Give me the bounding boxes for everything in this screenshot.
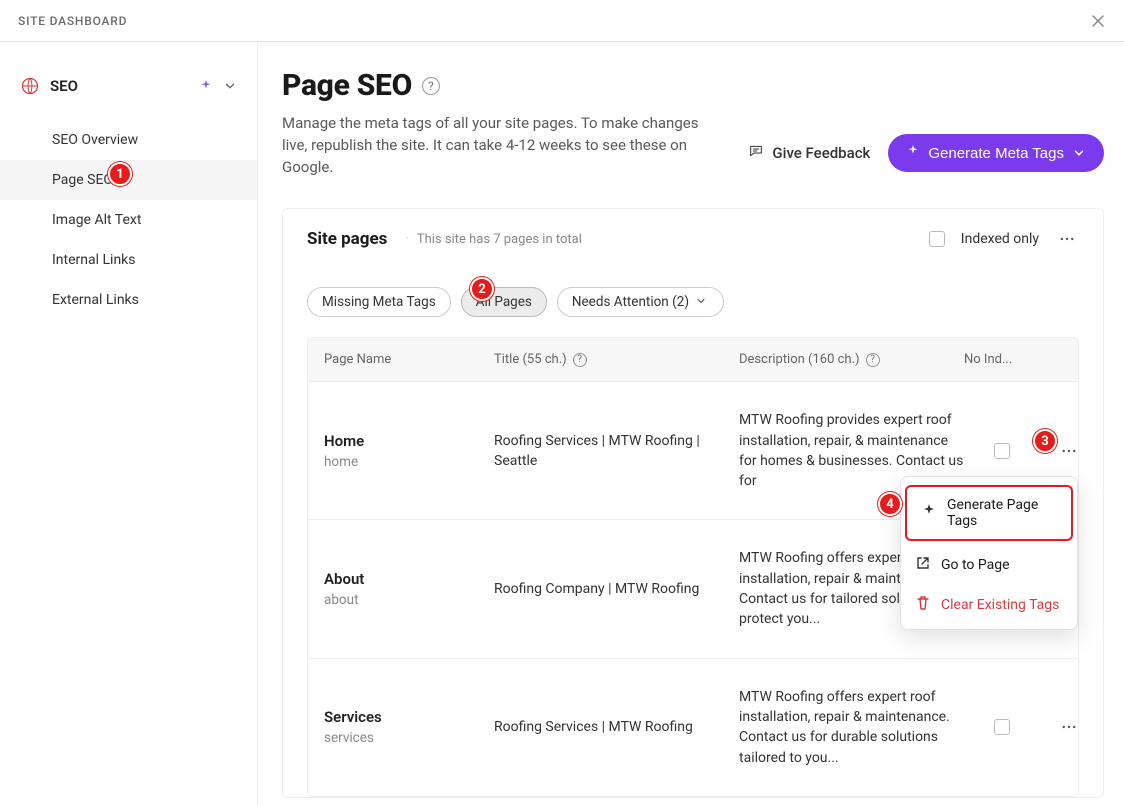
filter-missing-meta-tags[interactable]: Missing Meta Tags: [307, 287, 451, 317]
page-title-cell: Roofing Company | MTW Roofing: [494, 579, 739, 599]
th-description: Description (160 ch.) ?: [739, 352, 964, 367]
page-name: Home: [324, 432, 494, 450]
filter-needs-attention[interactable]: Needs Attention (2): [557, 287, 724, 317]
row-actions-menu: Generate Page Tags Go to Page Clear Exis…: [900, 476, 1078, 630]
sidebar-section-seo[interactable]: SEO: [0, 66, 257, 106]
sparkle-icon: [906, 144, 920, 162]
no-index-checkbox[interactable]: [994, 443, 1010, 459]
annotation-badge: 4: [878, 492, 902, 516]
page-title: Page SEO: [282, 68, 412, 103]
th-title: Title (55 ch.) ?: [494, 352, 739, 367]
menu-generate-label: Generate Page Tags: [947, 497, 1057, 529]
help-icon[interactable]: ?: [573, 353, 587, 367]
help-icon[interactable]: ?: [866, 353, 880, 367]
annotation-badge: 2: [470, 277, 494, 301]
sparkle-icon: [921, 503, 937, 523]
filter-needs-attention-label: Needs Attention (2): [572, 294, 689, 310]
page-description-cell: MTW Roofing offers expert roof installat…: [739, 687, 964, 768]
page-slug: home: [324, 454, 494, 470]
th-page-name: Page Name: [324, 352, 494, 367]
page-name: Services: [324, 708, 494, 726]
table-header-row: Page Name Title (55 ch.) ? Description (…: [308, 338, 1078, 381]
trash-icon: [915, 595, 931, 615]
sparkle-icon: [199, 79, 213, 93]
topbar: SITE DASHBOARD: [0, 0, 1124, 42]
annotation-badge: 3: [1033, 429, 1057, 453]
topbar-title: SITE DASHBOARD: [18, 14, 127, 28]
filter-pills: Missing Meta Tags All Pages Needs Attent…: [283, 269, 1103, 317]
feedback-icon: [748, 143, 764, 163]
page-name: About: [324, 570, 494, 588]
close-icon[interactable]: [1090, 13, 1106, 29]
sidebar-item-external-links[interactable]: External Links: [0, 280, 257, 320]
give-feedback-button[interactable]: Give Feedback: [748, 143, 870, 163]
sidebar-item-seo-overview[interactable]: SEO Overview: [0, 120, 257, 160]
sidebar-item-image-alt-text[interactable]: Image Alt Text: [0, 200, 257, 240]
menu-clear-existing-tags[interactable]: Clear Existing Tags: [901, 585, 1077, 625]
th-title-label: Title (55 ch.): [494, 352, 567, 367]
no-index-checkbox[interactable]: [994, 719, 1010, 735]
th-description-label: Description (160 ch.): [739, 352, 860, 367]
row-more-icon[interactable]: [1057, 715, 1081, 739]
chevron-down-icon: [1072, 146, 1086, 160]
row-more-icon[interactable]: [1057, 439, 1081, 463]
menu-generate-page-tags[interactable]: Generate Page Tags: [905, 485, 1073, 541]
main: Page SEO ? Manage the meta tags of all y…: [258, 42, 1124, 805]
page-title-cell: Roofing Services | MTW Roofing: [494, 717, 739, 737]
chevron-down-icon: [223, 79, 237, 93]
annotation-badge: 1: [108, 162, 132, 186]
card-more-icon[interactable]: [1055, 227, 1079, 251]
page-slug: services: [324, 730, 494, 746]
indexed-only-checkbox[interactable]: [929, 231, 945, 247]
table-row: Services services Roofing Services | MTW…: [308, 658, 1078, 796]
sidebar: SEO SEO Overview Page SEO Image Alt Text…: [0, 42, 258, 805]
page-header: Page SEO ? Manage the meta tags of all y…: [282, 68, 1104, 178]
menu-clear-label: Clear Existing Tags: [941, 597, 1059, 613]
menu-go-to-page[interactable]: Go to Page: [901, 545, 1077, 585]
external-link-icon: [915, 555, 931, 575]
page-slug: about: [324, 592, 494, 608]
page-title-cell: Roofing Services | MTW Roofing | Seattle: [494, 431, 739, 472]
card-title: Site pages: [307, 229, 387, 249]
globe-seo-icon: [20, 76, 40, 96]
th-no-index: No Ind...: [964, 352, 1039, 367]
indexed-only-label: Indexed only: [961, 231, 1039, 247]
sidebar-item-internal-links[interactable]: Internal Links: [0, 240, 257, 280]
chevron-down-icon: [695, 295, 709, 309]
help-icon[interactable]: ?: [422, 77, 440, 95]
page-description: Manage the meta tags of all your site pa…: [282, 113, 702, 178]
generate-meta-tags-button[interactable]: Generate Meta Tags: [888, 134, 1104, 172]
sidebar-section-label: SEO: [50, 77, 189, 95]
card-subtitle: This site has 7 pages in total: [397, 232, 581, 247]
sidebar-items: SEO Overview Page SEO Image Alt Text Int…: [0, 120, 257, 320]
generate-meta-tags-label: Generate Meta Tags: [928, 145, 1064, 162]
give-feedback-label: Give Feedback: [772, 144, 870, 162]
menu-goto-label: Go to Page: [941, 557, 1010, 573]
